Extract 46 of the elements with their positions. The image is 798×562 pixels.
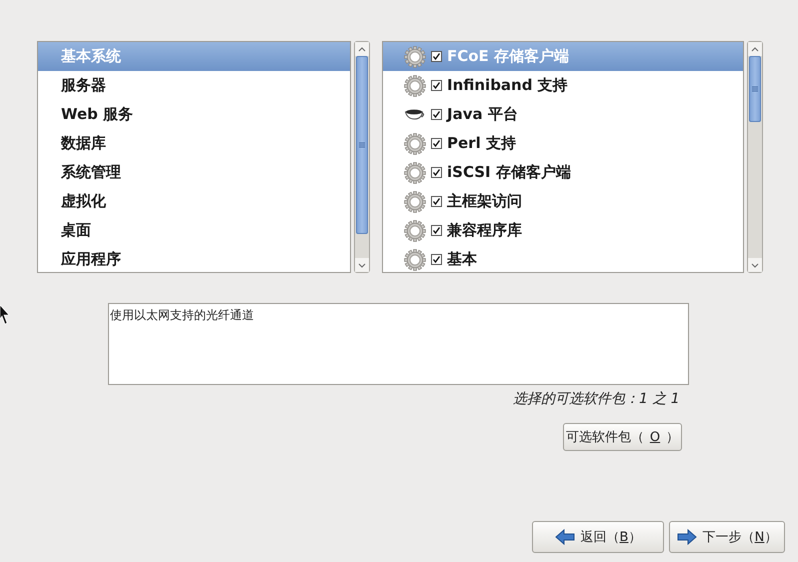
back-arrow-icon: [554, 529, 575, 545]
scroll-up-icon: [751, 46, 759, 52]
group-item[interactable]: 虚拟化: [38, 187, 350, 216]
checkbox[interactable]: [431, 254, 442, 265]
scrollbar[interactable]: [747, 41, 763, 273]
package-item[interactable]: Infiniband 支持: [383, 71, 743, 100]
checkbox[interactable]: [431, 109, 442, 120]
checkbox[interactable]: [431, 80, 442, 91]
group-item[interactable]: 桌面: [38, 216, 350, 245]
grip-icon: [752, 86, 758, 92]
checkbox[interactable]: [431, 196, 442, 207]
checkbox[interactable]: [431, 225, 442, 236]
next-button[interactable]: 下一步（N）: [669, 521, 785, 553]
optional-packages-button[interactable]: 可选软件包（ O ）: [563, 423, 682, 451]
package-item[interactable]: iSCSI 存储客户端: [383, 158, 743, 187]
scrollbar[interactable]: [354, 41, 370, 273]
scroll-down-icon: [751, 262, 759, 268]
group-item[interactable]: 系统管理: [38, 158, 350, 187]
gear-icon: [404, 248, 426, 270]
group-item[interactable]: 数据库: [38, 129, 350, 158]
group-item[interactable]: 服务器: [38, 71, 350, 100]
checkbox[interactable]: [431, 167, 442, 178]
coffee-cup-icon: [404, 109, 426, 120]
package-item[interactable]: 基本: [383, 245, 743, 272]
selected-count-text: 选择的可选软件包：1 之 1: [513, 390, 681, 408]
package-item[interactable]: 兼容程序库: [383, 216, 743, 245]
scroll-up-icon: [358, 46, 366, 52]
package-item[interactable]: 主框架访问: [383, 187, 743, 216]
checkbox[interactable]: [431, 51, 442, 62]
description-text: 使用以太网支持的光纤通道: [108, 303, 689, 385]
group-item[interactable]: Web 服务: [38, 100, 350, 129]
checkbox[interactable]: [431, 138, 442, 149]
mouse-cursor-icon: [0, 305, 10, 325]
gear-icon: [404, 46, 426, 68]
grip-icon: [359, 142, 365, 148]
package-item[interactable]: Perl 支持: [383, 129, 743, 158]
package-item[interactable]: Java 平台: [383, 100, 743, 129]
gear-icon: [404, 162, 426, 184]
gear-icon: [404, 220, 426, 242]
gear-icon: [404, 74, 426, 96]
group-item[interactable]: 应用程序: [38, 245, 350, 272]
gear-icon: [404, 190, 426, 212]
forward-arrow-icon: [676, 529, 697, 545]
scroll-down-icon: [358, 262, 366, 268]
back-button[interactable]: 返回（B）: [532, 521, 664, 553]
gear-icon: [404, 132, 426, 154]
